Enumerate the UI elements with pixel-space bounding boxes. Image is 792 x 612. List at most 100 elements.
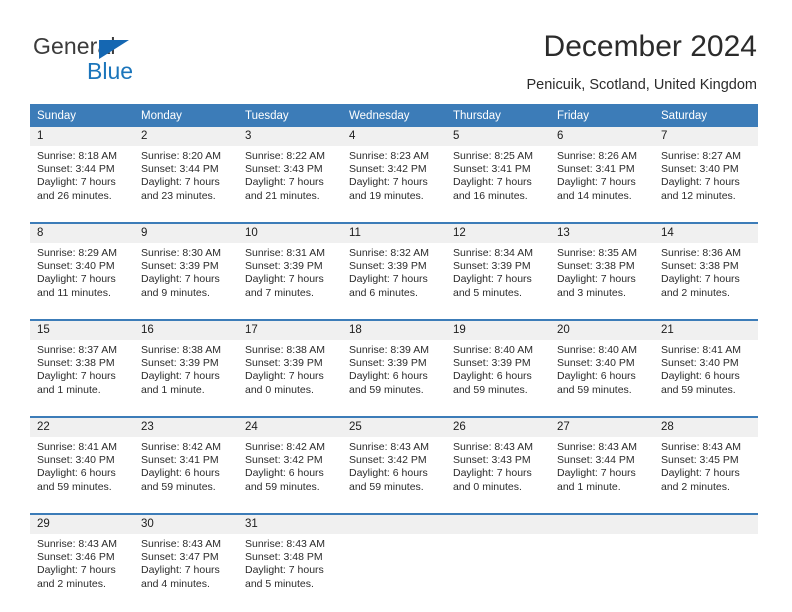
day-cell-content bbox=[654, 515, 758, 601]
calendar-empty-cell bbox=[342, 513, 446, 601]
week-spacer bbox=[30, 504, 758, 514]
weekday-header-friday: Friday bbox=[550, 104, 654, 127]
sunset-text: Sunset: 3:39 PM bbox=[453, 357, 531, 370]
sunset-text: Sunset: 3:43 PM bbox=[453, 454, 531, 467]
daylight-text-line2: and 3 minutes. bbox=[557, 286, 626, 299]
calendar-day-cell[interactable]: 29 Sunrise: 8:43 AM Sunset: 3:46 PM Dayligh… bbox=[30, 513, 134, 601]
sunrise-text: Sunrise: 8:34 AM bbox=[453, 247, 533, 259]
day-number: 22 bbox=[30, 418, 134, 437]
day-cell-content: 12 Sunrise: 8:34 AM Sunset: 3:39 PM Dayligh… bbox=[446, 224, 550, 310]
sunset-text: Sunset: 3:39 PM bbox=[349, 357, 427, 370]
day-number: 16 bbox=[134, 321, 238, 340]
sunrise-text: Sunrise: 8:43 AM bbox=[661, 441, 741, 453]
day-cell-content: 21 Sunrise: 8:41 AM Sunset: 3:40 PM Dayligh… bbox=[654, 321, 758, 407]
calendar-day-cell[interactable]: 23 Sunrise: 8:42 AM Sunset: 3:41 PM Dayligh… bbox=[134, 416, 238, 504]
daylight-text-line1: Daylight: 6 hours bbox=[349, 370, 428, 383]
calendar-day-cell[interactable]: 6 Sunrise: 8:26 AM Sunset: 3:41 PM Daylight… bbox=[550, 127, 654, 213]
calendar-day-cell[interactable]: 3 Sunrise: 8:22 AM Sunset: 3:43 PM Daylight… bbox=[238, 127, 342, 213]
calendar-day-cell[interactable]: 8 Sunrise: 8:29 AM Sunset: 3:40 PM Daylight… bbox=[30, 222, 134, 310]
calendar-day-cell[interactable]: 18 Sunrise: 8:39 AM Sunset: 3:39 PM Dayligh… bbox=[342, 319, 446, 407]
day-sun-info: Sunrise: 8:41 AM Sunset: 3:40 PM Daylight:… bbox=[654, 340, 758, 397]
sunrise-text: Sunrise: 8:41 AM bbox=[37, 441, 117, 453]
calendar-day-cell[interactable]: 20 Sunrise: 8:40 AM Sunset: 3:40 PM Dayligh… bbox=[550, 319, 654, 407]
sunset-text: Sunset: 3:39 PM bbox=[141, 260, 219, 273]
calendar-day-cell[interactable]: 17 Sunrise: 8:38 AM Sunset: 3:39 PM Dayligh… bbox=[238, 319, 342, 407]
daylight-text-line1: Daylight: 7 hours bbox=[141, 273, 220, 286]
day-number: 26 bbox=[446, 418, 550, 437]
calendar-day-cell[interactable]: 16 Sunrise: 8:38 AM Sunset: 3:39 PM Dayligh… bbox=[134, 319, 238, 407]
sunrise-text: Sunrise: 8:38 AM bbox=[141, 344, 221, 356]
daylight-text-line1: Daylight: 7 hours bbox=[245, 564, 324, 577]
calendar-day-cell[interactable]: 7 Sunrise: 8:27 AM Sunset: 3:40 PM Daylight… bbox=[654, 127, 758, 213]
daylight-text-line1: Daylight: 7 hours bbox=[661, 176, 740, 189]
daylight-text-line1: Daylight: 6 hours bbox=[141, 467, 220, 480]
calendar-day-cell[interactable]: 22 Sunrise: 8:41 AM Sunset: 3:40 PM Dayligh… bbox=[30, 416, 134, 504]
day-sun-info: Sunrise: 8:43 AM Sunset: 3:47 PM Daylight:… bbox=[134, 534, 238, 591]
weekday-header-monday: Monday bbox=[134, 104, 238, 127]
calendar-day-cell[interactable]: 26 Sunrise: 8:43 AM Sunset: 3:43 PM Dayligh… bbox=[446, 416, 550, 504]
sunrise-text: Sunrise: 8:36 AM bbox=[661, 247, 741, 259]
weekday-header-thursday: Thursday bbox=[446, 104, 550, 127]
weekday-header-tuesday: Tuesday bbox=[238, 104, 342, 127]
daylight-text-line2: and 59 minutes. bbox=[557, 383, 632, 396]
daylight-text-line2: and 5 minutes. bbox=[245, 577, 314, 590]
calendar-day-cell[interactable]: 28 Sunrise: 8:43 AM Sunset: 3:45 PM Dayligh… bbox=[654, 416, 758, 504]
day-sun-info: Sunrise: 8:20 AM Sunset: 3:44 PM Daylight:… bbox=[134, 146, 238, 203]
calendar-day-cell[interactable]: 1 Sunrise: 8:18 AM Sunset: 3:44 PM Daylight… bbox=[30, 127, 134, 213]
day-cell-content: 7 Sunrise: 8:27 AM Sunset: 3:40 PM Daylight… bbox=[654, 127, 758, 213]
daylight-text-line1: Daylight: 7 hours bbox=[557, 467, 636, 480]
day-sun-info: Sunrise: 8:38 AM Sunset: 3:39 PM Daylight:… bbox=[238, 340, 342, 397]
week-spacer-cell bbox=[30, 310, 758, 320]
day-sun-info: Sunrise: 8:43 AM Sunset: 3:44 PM Daylight:… bbox=[550, 437, 654, 494]
sunrise-text: Sunrise: 8:40 AM bbox=[453, 344, 533, 356]
calendar-day-cell[interactable]: 27 Sunrise: 8:43 AM Sunset: 3:44 PM Dayligh… bbox=[550, 416, 654, 504]
day-sun-info: Sunrise: 8:39 AM Sunset: 3:39 PM Daylight:… bbox=[342, 340, 446, 397]
calendar-day-cell[interactable]: 25 Sunrise: 8:43 AM Sunset: 3:42 PM Dayligh… bbox=[342, 416, 446, 504]
daylight-text-line2: and 11 minutes. bbox=[37, 286, 111, 299]
calendar-day-cell[interactable]: 10 Sunrise: 8:31 AM Sunset: 3:39 PM Dayligh… bbox=[238, 222, 342, 310]
calendar-day-cell[interactable]: 19 Sunrise: 8:40 AM Sunset: 3:39 PM Dayligh… bbox=[446, 319, 550, 407]
calendar-day-cell[interactable]: 2 Sunrise: 8:20 AM Sunset: 3:44 PM Daylight… bbox=[134, 127, 238, 213]
week-spacer bbox=[30, 310, 758, 320]
day-cell-content: 18 Sunrise: 8:39 AM Sunset: 3:39 PM Dayligh… bbox=[342, 321, 446, 407]
day-number: 6 bbox=[550, 127, 654, 146]
calendar-day-cell[interactable]: 15 Sunrise: 8:37 AM Sunset: 3:38 PM Dayligh… bbox=[30, 319, 134, 407]
daylight-text-line1: Daylight: 6 hours bbox=[349, 467, 428, 480]
calendar-day-cell[interactable]: 5 Sunrise: 8:25 AM Sunset: 3:41 PM Daylight… bbox=[446, 127, 550, 213]
day-cell-content bbox=[550, 515, 654, 601]
brand-logo[interactable]: General Blue bbox=[33, 33, 213, 85]
daylight-text-line2: and 59 minutes. bbox=[661, 383, 736, 396]
sunrise-text: Sunrise: 8:39 AM bbox=[349, 344, 429, 356]
daylight-text-line2: and 5 minutes. bbox=[453, 286, 522, 299]
calendar-day-cell[interactable]: 31 Sunrise: 8:43 AM Sunset: 3:48 PM Dayligh… bbox=[238, 513, 342, 601]
calendar-day-cell[interactable]: 24 Sunrise: 8:42 AM Sunset: 3:42 PM Dayligh… bbox=[238, 416, 342, 504]
daylight-text-line2: and 1 minute. bbox=[141, 383, 205, 396]
daylight-text-line2: and 59 minutes. bbox=[349, 383, 424, 396]
sunset-text: Sunset: 3:41 PM bbox=[557, 163, 635, 176]
calendar-day-cell[interactable]: 30 Sunrise: 8:43 AM Sunset: 3:47 PM Dayligh… bbox=[134, 513, 238, 601]
calendar-day-cell[interactable]: 4 Sunrise: 8:23 AM Sunset: 3:42 PM Daylight… bbox=[342, 127, 446, 213]
sunrise-text: Sunrise: 8:18 AM bbox=[37, 150, 117, 162]
calendar-day-cell[interactable]: 12 Sunrise: 8:34 AM Sunset: 3:39 PM Dayligh… bbox=[446, 222, 550, 310]
day-number: 17 bbox=[238, 321, 342, 340]
daylight-text-line1: Daylight: 7 hours bbox=[37, 564, 116, 577]
daylight-text-line1: Daylight: 7 hours bbox=[141, 176, 220, 189]
calendar-day-cell[interactable]: 9 Sunrise: 8:30 AM Sunset: 3:39 PM Daylight… bbox=[134, 222, 238, 310]
day-cell-content: 13 Sunrise: 8:35 AM Sunset: 3:38 PM Dayligh… bbox=[550, 224, 654, 310]
calendar-day-cell[interactable]: 13 Sunrise: 8:35 AM Sunset: 3:38 PM Dayligh… bbox=[550, 222, 654, 310]
day-number: 8 bbox=[30, 224, 134, 243]
sunset-text: Sunset: 3:41 PM bbox=[141, 454, 219, 467]
day-number bbox=[446, 515, 550, 534]
calendar-day-cell[interactable]: 21 Sunrise: 8:41 AM Sunset: 3:40 PM Dayligh… bbox=[654, 319, 758, 407]
week-spacer bbox=[30, 213, 758, 223]
daylight-text-line2: and 2 minutes. bbox=[37, 577, 106, 590]
sunset-text: Sunset: 3:39 PM bbox=[141, 357, 219, 370]
sunset-text: Sunset: 3:44 PM bbox=[37, 163, 115, 176]
calendar-day-cell[interactable]: 14 Sunrise: 8:36 AM Sunset: 3:38 PM Dayligh… bbox=[654, 222, 758, 310]
day-cell-content: 17 Sunrise: 8:38 AM Sunset: 3:39 PM Dayligh… bbox=[238, 321, 342, 407]
sunrise-text: Sunrise: 8:37 AM bbox=[37, 344, 117, 356]
calendar-day-cell[interactable]: 11 Sunrise: 8:32 AM Sunset: 3:39 PM Dayligh… bbox=[342, 222, 446, 310]
page-title: December 2024 bbox=[543, 30, 757, 63]
day-sun-info: Sunrise: 8:40 AM Sunset: 3:40 PM Daylight:… bbox=[550, 340, 654, 397]
sunset-text: Sunset: 3:40 PM bbox=[557, 357, 635, 370]
